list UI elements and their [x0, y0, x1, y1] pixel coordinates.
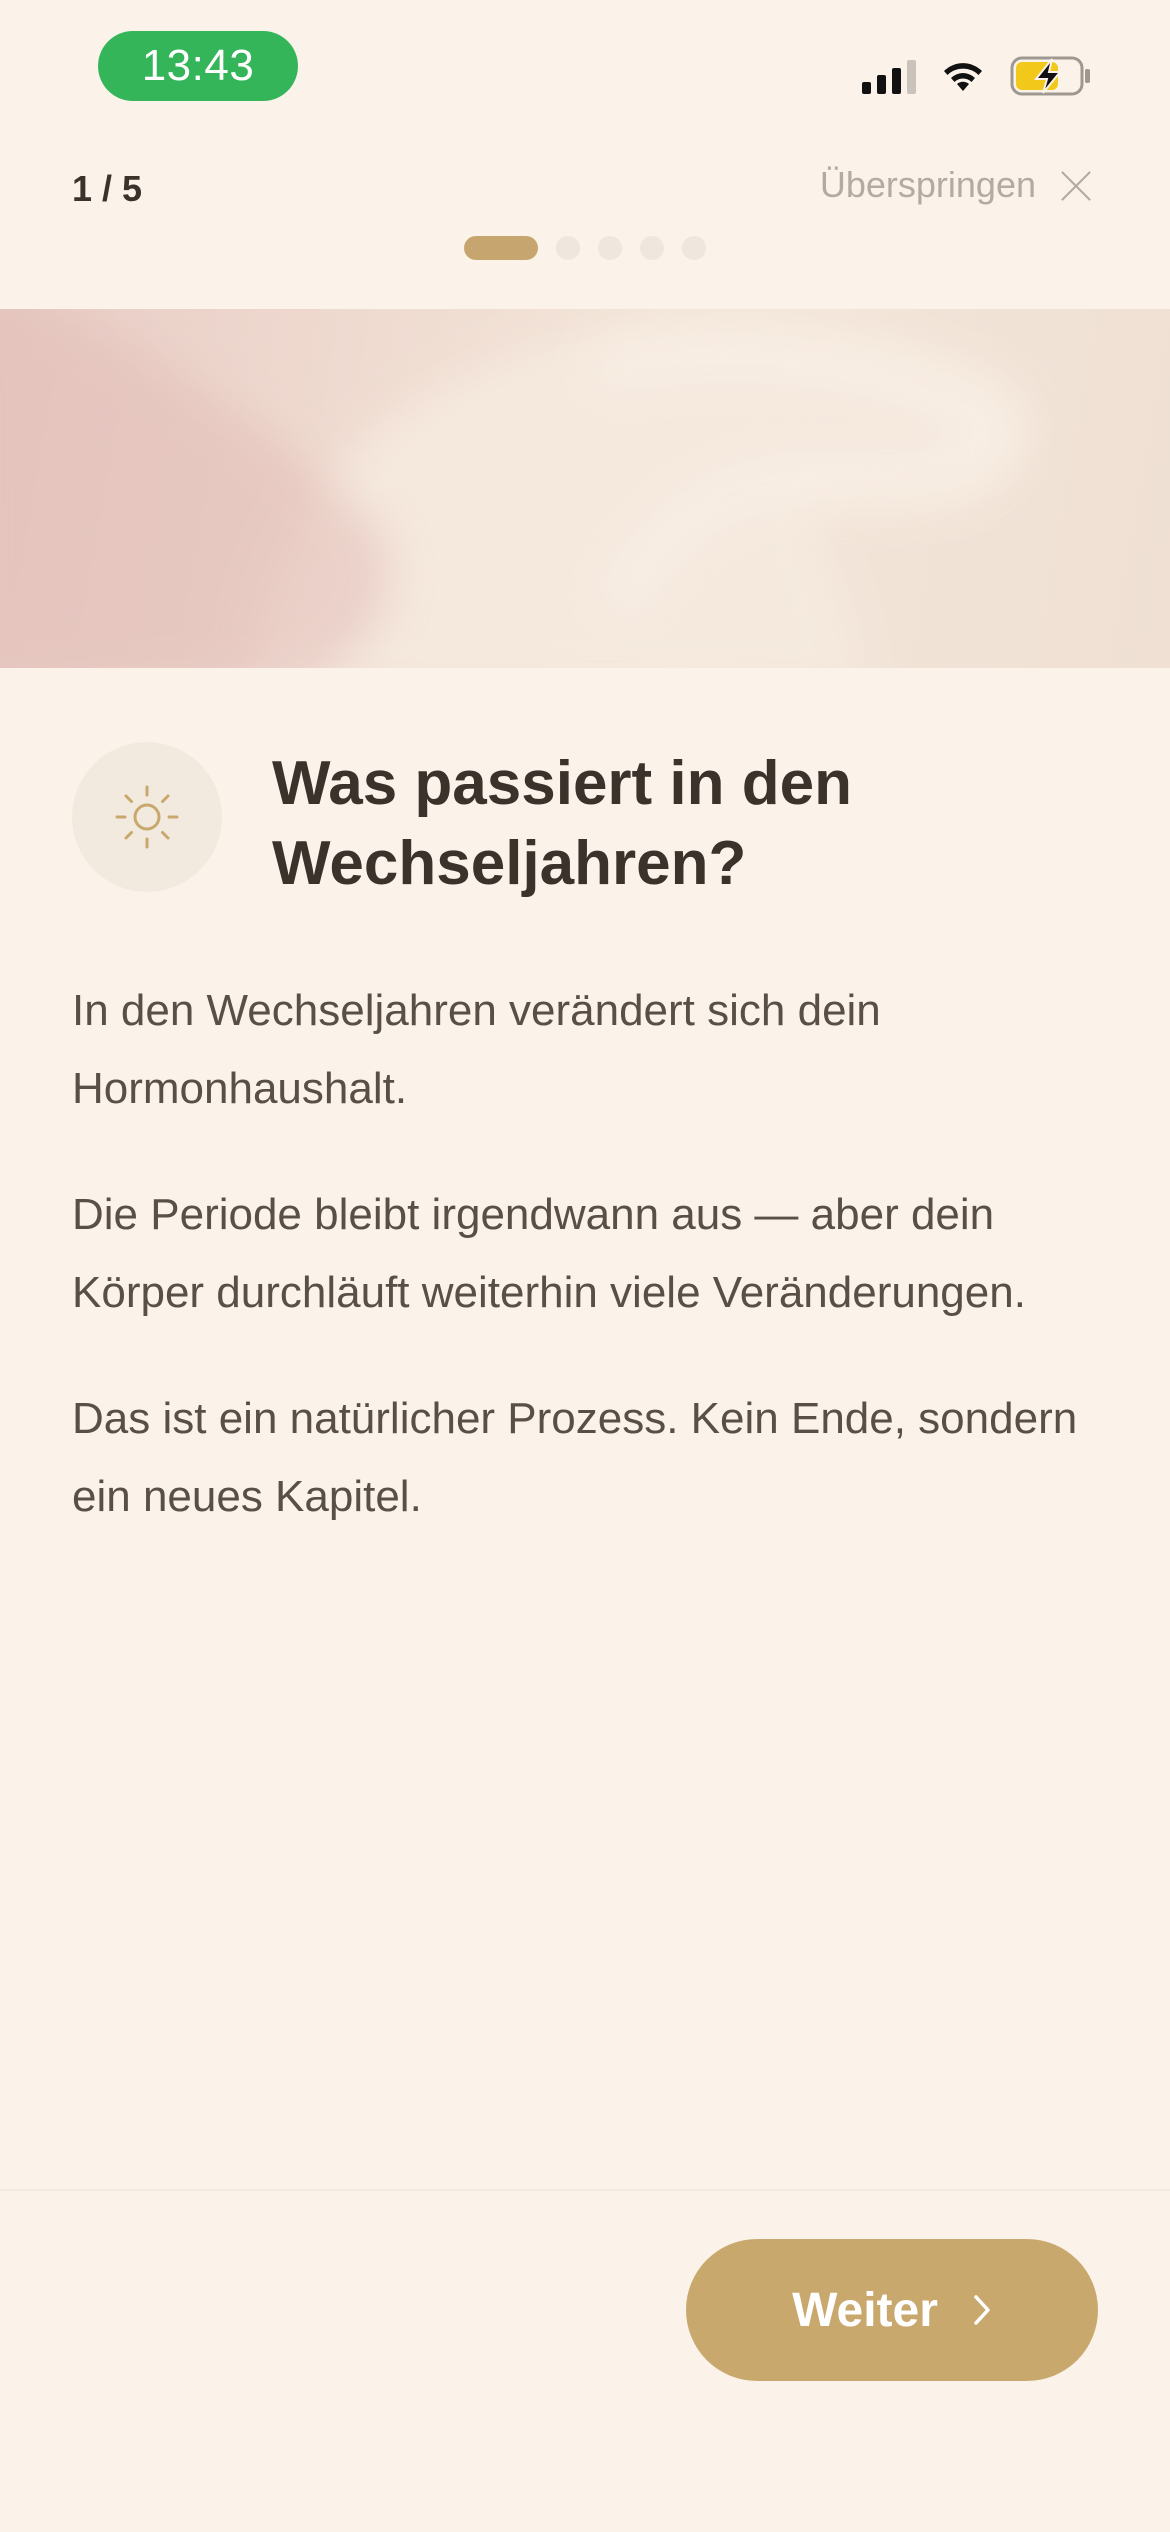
cellular-signal-icon: [862, 58, 916, 94]
onboarding-screen: 13:43 1 / 5 Überspringen Was passiert in…: [0, 0, 1170, 2532]
skip-label: Überspringen: [819, 164, 1036, 205]
status-time: 13:43: [98, 31, 298, 101]
body-text: In den Wechseljahren verändert sich dein…: [72, 972, 1102, 1584]
skip-button[interactable]: Überspringen: [820, 164, 1092, 206]
battery-charging-icon: [1010, 56, 1090, 96]
next-button[interactable]: Weiter: [686, 2239, 1098, 2381]
paragraph: Das ist ein natürlicher Prozess. Kein En…: [72, 1394, 1078, 1521]
hero-image: [0, 309, 1170, 668]
pagination-dot: [640, 236, 664, 260]
next-button-label: Weiter: [792, 2283, 938, 2337]
page-counter: 1 / 5: [72, 168, 143, 209]
status-bar: 13:43: [0, 0, 1170, 140]
close-icon: [1060, 169, 1092, 201]
wifi-icon: [944, 63, 982, 91]
page-title: Was passiert in den Wechseljahren?: [272, 749, 852, 898]
title-row: Was passiert in den Wechseljahren?: [72, 742, 1102, 904]
footer-divider: [0, 2189, 1170, 2191]
pagination-dot: [598, 236, 622, 260]
pagination-dot: [556, 236, 580, 260]
status-icons: [862, 54, 1092, 98]
paragraph: Die Periode bleibt irgendwann aus — aber…: [72, 1190, 1026, 1317]
pagination-dot-active: [464, 236, 538, 260]
sun-icon-container: [72, 742, 222, 892]
paragraph: In den Wechseljahren verändert sich dein…: [72, 986, 881, 1113]
sun-icon: [115, 785, 179, 849]
pagination-dot: [682, 236, 706, 260]
pagination-dots: [0, 236, 1170, 260]
chevron-right-icon: [974, 2295, 990, 2325]
